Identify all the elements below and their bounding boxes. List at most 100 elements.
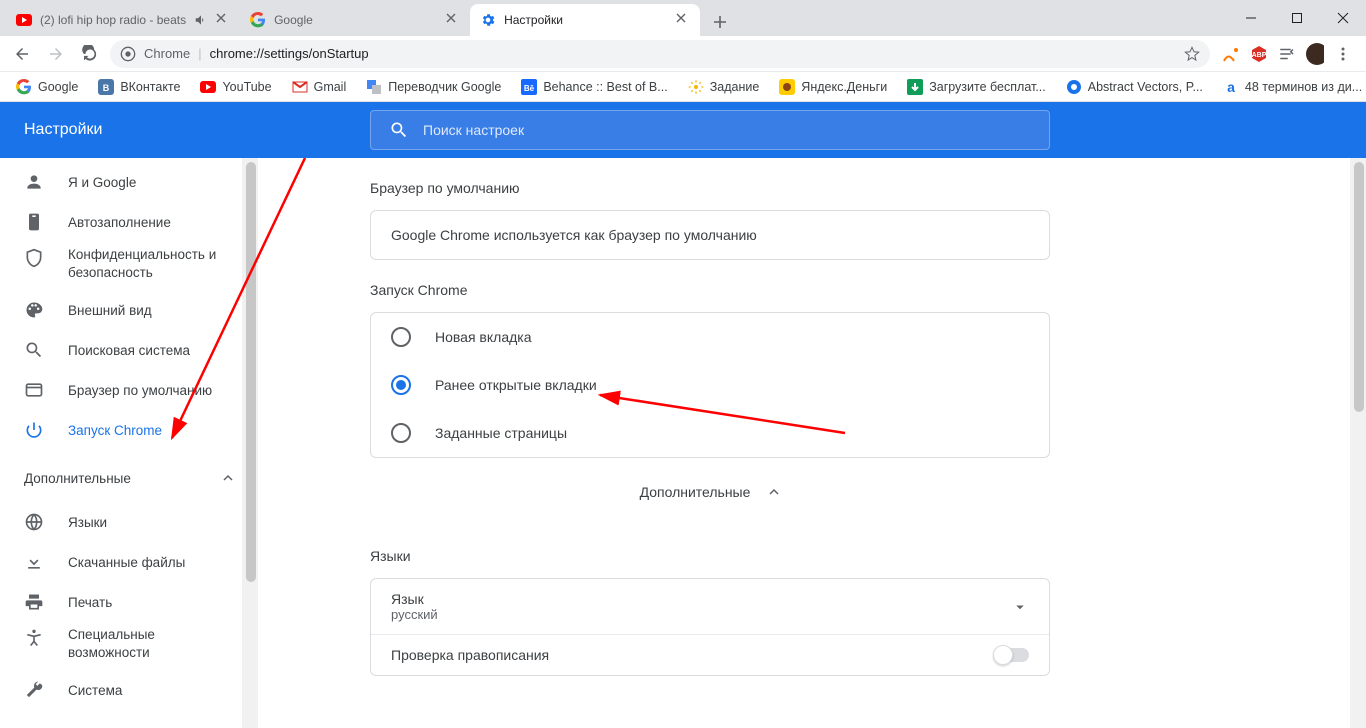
search-icon xyxy=(389,120,409,140)
profile-avatar[interactable] xyxy=(1306,45,1324,63)
radio-button[interactable] xyxy=(391,423,411,443)
chrome-icon xyxy=(120,46,136,62)
browser-toolbar: Chrome | chrome://settings/onStartup ABP xyxy=(0,36,1366,72)
sidebar-item-shield[interactable]: Конфиденциальность ибезопасность xyxy=(0,242,258,290)
sidebar-item-label: Языки xyxy=(68,515,107,530)
section-title-startup: Запуск Chrome xyxy=(370,260,1050,312)
sidebar-item-globe[interactable]: Языки xyxy=(0,502,258,542)
yandex-icon xyxy=(779,79,795,95)
adblock-icon[interactable]: ABP xyxy=(1250,45,1268,63)
settings-header: Настройки xyxy=(0,102,1366,158)
clipboard-icon xyxy=(24,212,44,232)
search-input[interactable] xyxy=(423,122,1031,138)
languages-card: Язык русский Проверка правописания xyxy=(370,578,1050,676)
maximize-button[interactable] xyxy=(1274,0,1320,36)
tab-title: (2) lofi hip hop radio - beats xyxy=(40,13,186,27)
sidebar-item-print[interactable]: Печать xyxy=(0,582,258,622)
close-icon[interactable] xyxy=(446,13,460,27)
sidebar-item-power[interactable]: Запуск Chrome xyxy=(0,410,258,450)
sidebar-item-person[interactable]: Я и Google xyxy=(0,162,258,202)
radio-label: Ранее открытые вкладки xyxy=(435,377,597,393)
person-icon xyxy=(24,172,44,192)
shield-icon xyxy=(24,248,44,268)
section-title-default-browser: Браузер по умолчанию xyxy=(370,158,1050,210)
address-bar[interactable]: Chrome | chrome://settings/onStartup xyxy=(110,40,1210,68)
abstract-icon xyxy=(1066,79,1082,95)
sidebar-item-clipboard[interactable]: Автозаполнение xyxy=(0,202,258,242)
menu-button[interactable] xyxy=(1334,45,1352,63)
sidebar-advanced-header[interactable]: Дополнительные xyxy=(0,458,258,498)
download-icon xyxy=(24,552,44,572)
browser-tab-active[interactable]: Настройки xyxy=(470,4,700,36)
sidebar-item-palette[interactable]: Внешний вид xyxy=(0,290,258,330)
gear-icon xyxy=(688,79,704,95)
minimize-button[interactable] xyxy=(1228,0,1274,36)
youtube-icon xyxy=(200,79,216,95)
bookmark-item[interactable]: YouTube xyxy=(192,75,279,99)
startup-option[interactable]: Новая вкладка xyxy=(371,313,1049,361)
tab-title: Настройки xyxy=(504,13,668,27)
bookmark-item[interactable]: Загрузите бесплат... xyxy=(899,75,1054,99)
bookmark-item[interactable]: Яндекс.Деньги xyxy=(771,75,895,99)
sidebar-item-label: Печать xyxy=(68,595,112,610)
download-icon xyxy=(907,79,923,95)
palette-icon xyxy=(24,300,44,320)
chevron-down-icon xyxy=(1011,598,1029,616)
audio-icon[interactable] xyxy=(194,13,208,27)
accessibility-icon xyxy=(24,628,44,648)
browser-icon xyxy=(24,380,44,400)
bookmark-item[interactable]: Gmail xyxy=(284,75,355,99)
startup-option[interactable]: Ранее открытые вкладки xyxy=(371,361,1049,409)
sidebar-item-browser[interactable]: Браузер по умолчанию xyxy=(0,370,258,410)
reading-list-icon[interactable] xyxy=(1278,45,1296,63)
print-icon xyxy=(24,592,44,612)
bookmark-item[interactable]: Задание xyxy=(680,75,768,99)
forward-button[interactable] xyxy=(42,40,70,68)
startup-option[interactable]: Заданные страницы xyxy=(371,409,1049,457)
language-row[interactable]: Язык русский xyxy=(371,579,1049,634)
bookmark-item[interactable]: Переводчик Google xyxy=(358,75,509,99)
content-scrollbar[interactable] xyxy=(1350,158,1366,728)
sidebar-item-search[interactable]: Поисковая система xyxy=(0,330,258,370)
behance-icon: Bē xyxy=(521,79,537,95)
sidebar-item-wrench[interactable]: Система xyxy=(0,670,258,710)
chevron-up-icon xyxy=(222,472,234,484)
back-button[interactable] xyxy=(8,40,36,68)
window-controls xyxy=(1228,0,1366,36)
svg-text:B: B xyxy=(103,83,110,93)
spellcheck-row[interactable]: Проверка правописания xyxy=(371,635,1049,675)
bookmark-item[interactable]: Abstract Vectors, P... xyxy=(1058,75,1211,99)
bookmark-item[interactable]: Google xyxy=(8,75,86,99)
google-icon xyxy=(250,12,266,28)
settings-search[interactable] xyxy=(370,110,1050,150)
reload-button[interactable] xyxy=(76,40,104,68)
default-browser-card: Google Chrome используется как браузер п… xyxy=(370,210,1050,260)
radio-button[interactable] xyxy=(391,375,411,395)
close-icon[interactable] xyxy=(676,13,690,27)
sidebar-item-accessibility[interactable]: Специальные возможности xyxy=(0,622,258,670)
extension-icon[interactable] xyxy=(1222,45,1240,63)
close-window-button[interactable] xyxy=(1320,0,1366,36)
close-icon[interactable] xyxy=(216,13,230,27)
svg-text:Bē: Bē xyxy=(524,84,535,93)
translate-icon xyxy=(366,79,382,95)
spellcheck-toggle[interactable] xyxy=(995,648,1029,662)
language-label: Язык xyxy=(391,591,438,607)
bookmark-item[interactable]: BВКонтакте xyxy=(90,75,188,99)
radio-label: Заданные страницы xyxy=(435,425,567,441)
sidebar-item-download[interactable]: Скачанные файлы xyxy=(0,542,258,582)
sidebar-scrollbar[interactable] xyxy=(242,158,258,728)
radio-button[interactable] xyxy=(391,327,411,347)
sidebar-item-label: Конфиденциальность ибезопасность xyxy=(68,246,216,282)
new-tab-button[interactable] xyxy=(706,8,734,36)
bookmark-item[interactable]: a48 терминов из ди... xyxy=(1215,75,1366,99)
svg-text:ABP: ABP xyxy=(1252,52,1267,59)
browser-tab[interactable]: Google xyxy=(240,4,470,36)
bookmark-item[interactable]: BēBehance :: Best of B... xyxy=(513,75,675,99)
settings-content: Браузер по умолчанию Google Chrome испол… xyxy=(258,158,1366,728)
advanced-toggle[interactable]: Дополнительные xyxy=(370,458,1050,526)
sidebar-item-label: Поисковая система xyxy=(68,343,190,358)
browser-tab[interactable]: (2) lofi hip hop radio - beats xyxy=(6,4,240,36)
star-icon[interactable] xyxy=(1184,46,1200,62)
default-browser-text: Google Chrome используется как браузер п… xyxy=(371,211,1049,259)
